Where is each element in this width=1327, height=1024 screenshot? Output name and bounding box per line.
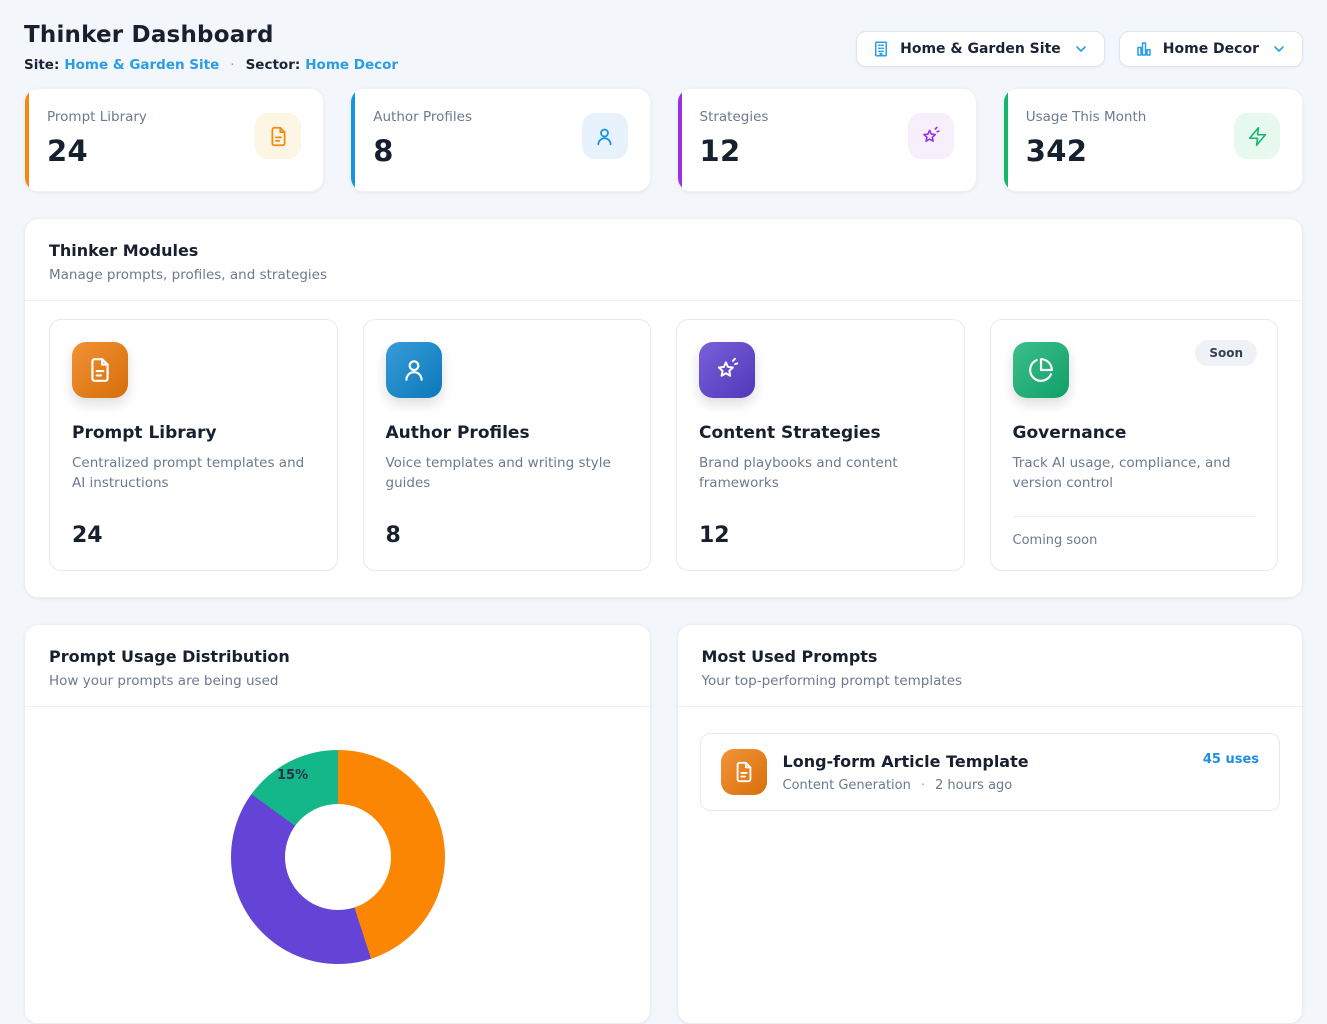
prompt-usage-panel: Prompt Usage Distribution How your promp…: [24, 624, 651, 1024]
module-description: Track AI usage, compliance, and version …: [1013, 453, 1256, 494]
module-title: Prompt Library: [72, 423, 315, 443]
modules-panel-header: Thinker Modules Manage prompts, profiles…: [25, 219, 1302, 301]
stat-value: 24: [47, 134, 147, 168]
usage-panel-subtitle: How your prompts are being used: [49, 673, 626, 689]
prompt-title: Long-form Article Template: [783, 752, 1029, 771]
module-title: Content Strategies: [699, 423, 942, 443]
dashboard-page: Thinker Dashboard Site: Home & Garden Si…: [0, 0, 1327, 1024]
sector-selector-dropdown[interactable]: Home Decor: [1119, 31, 1303, 67]
prompt-list-item[interactable]: Long-form Article Template Content Gener…: [700, 733, 1281, 811]
bottom-row: Prompt Usage Distribution How your promp…: [24, 624, 1303, 1024]
most-used-prompts-panel: Most Used Prompts Your top-performing pr…: [677, 624, 1304, 1024]
prompt-uses-badge: 45 uses: [1203, 752, 1259, 767]
module-description: Voice templates and writing style guides: [386, 453, 629, 494]
sparkle-star-icon: [908, 113, 954, 159]
bar-chart-icon: [1135, 40, 1153, 58]
module-card-governance[interactable]: Soon Governance Track AI usage, complian…: [990, 319, 1279, 571]
prompts-panel-title: Most Used Prompts: [702, 647, 1279, 666]
thinker-modules-panel: Thinker Modules Manage prompts, profiles…: [24, 218, 1303, 598]
stat-value: 12: [700, 134, 769, 168]
header-left: Thinker Dashboard Site: Home & Garden Si…: [24, 22, 398, 73]
module-card-author-profiles[interactable]: Author Profiles Voice templates and writ…: [363, 319, 652, 571]
stats-row: Prompt Library 24 Author Profiles 8 Stra…: [24, 88, 1303, 192]
stat-card-prompt-library: Prompt Library 24: [24, 88, 324, 192]
breadcrumb-separator: ·: [230, 57, 234, 73]
site-link[interactable]: Home & Garden Site: [64, 57, 219, 73]
prompts-panel-header: Most Used Prompts Your top-performing pr…: [678, 625, 1303, 707]
module-count: 12: [699, 523, 942, 548]
usage-donut: [231, 750, 445, 964]
lightning-icon: [1234, 113, 1280, 159]
stat-card-strategies: Strategies 12: [677, 88, 977, 192]
modules-panel-subtitle: Manage prompts, profiles, and strategies: [49, 267, 1278, 283]
module-title: Governance: [1013, 423, 1256, 443]
site-label: Site:: [24, 57, 59, 73]
person-icon: [582, 113, 628, 159]
person-icon: [386, 342, 442, 398]
document-icon: [255, 113, 301, 159]
sector-label: Sector:: [246, 57, 301, 73]
stat-label: Author Profiles: [373, 109, 472, 125]
document-icon: [72, 342, 128, 398]
sector-selector-value: Home Decor: [1163, 41, 1259, 57]
prompts-panel-subtitle: Your top-performing prompt templates: [702, 673, 1279, 689]
stat-card-author-profiles: Author Profiles 8: [350, 88, 650, 192]
prompt-category: Content Generation: [783, 778, 911, 793]
soon-badge: Soon: [1195, 340, 1257, 366]
usage-panel-header: Prompt Usage Distribution How your promp…: [25, 625, 650, 707]
page-title: Thinker Dashboard: [24, 22, 398, 48]
site-selector-value: Home & Garden Site: [900, 41, 1061, 57]
sector-link[interactable]: Home Decor: [305, 57, 398, 73]
stat-value: 342: [1026, 134, 1147, 168]
prompt-time: 2 hours ago: [935, 778, 1012, 793]
module-card-prompt-library[interactable]: Prompt Library Centralized prompt templa…: [49, 319, 338, 571]
module-count: 24: [72, 523, 315, 548]
modules-panel-title: Thinker Modules: [49, 241, 1278, 260]
prompt-meta: Content Generation · 2 hours ago: [783, 778, 1029, 793]
sparkle-star-icon: [699, 342, 755, 398]
header-controls: Home & Garden Site Home Decor: [856, 31, 1303, 67]
stat-value: 8: [373, 134, 472, 168]
module-description: Centralized prompt templates and AI inst…: [72, 453, 315, 494]
pie-chart-icon: [1013, 342, 1069, 398]
breadcrumb: Site: Home & Garden Site · Sector: Home …: [24, 57, 398, 73]
stat-label: Usage This Month: [1026, 109, 1147, 125]
coming-soon-note: Coming soon: [1013, 516, 1256, 548]
chevron-down-icon: [1271, 41, 1287, 57]
stat-label: Strategies: [700, 109, 769, 125]
module-count: 8: [386, 523, 629, 548]
stat-label: Prompt Library: [47, 109, 147, 125]
stat-card-usage: Usage This Month 342: [1003, 88, 1303, 192]
document-icon: [721, 749, 767, 795]
module-description: Brand playbooks and content frameworks: [699, 453, 942, 494]
module-title: Author Profiles: [386, 423, 629, 443]
donut-segment-label: 15%: [277, 768, 308, 783]
chevron-down-icon: [1073, 41, 1089, 57]
page-header: Thinker Dashboard Site: Home & Garden Si…: [24, 0, 1303, 73]
meta-separator: ·: [921, 778, 925, 793]
module-card-content-strategies[interactable]: Content Strategies Brand playbooks and c…: [676, 319, 965, 571]
usage-panel-title: Prompt Usage Distribution: [49, 647, 626, 666]
modules-grid: Prompt Library Centralized prompt templa…: [25, 301, 1302, 597]
site-selector-dropdown[interactable]: Home & Garden Site: [856, 31, 1105, 67]
building-icon: [872, 40, 890, 58]
